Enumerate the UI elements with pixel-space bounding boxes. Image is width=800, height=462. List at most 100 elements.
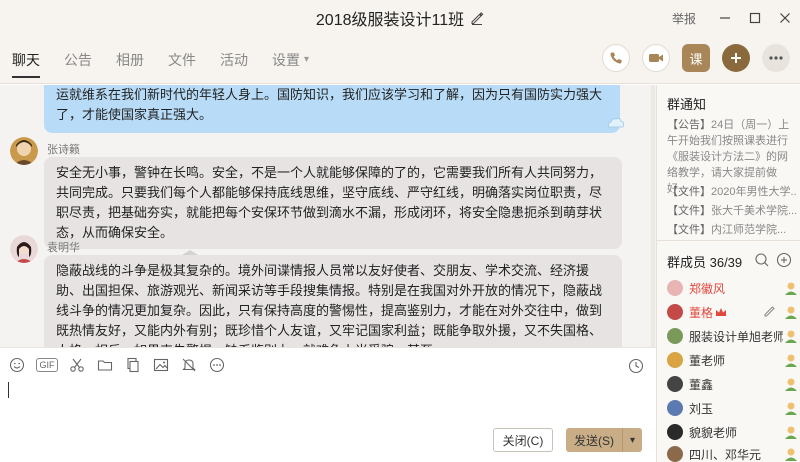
video-call-button[interactable] <box>642 44 670 72</box>
member-item[interactable]: 董鑫 <box>667 374 799 394</box>
member-status-icon <box>783 424 799 440</box>
add-member-icon[interactable] <box>776 252 792 268</box>
file-tag: 【文件】 <box>667 186 711 198</box>
bubble-cloud-decoration <box>607 117 625 128</box>
file-tag: 【文件】 <box>667 205 711 217</box>
member-name: 服装设计单旭老师 <box>689 329 783 344</box>
image-icon[interactable] <box>152 356 170 374</box>
tab-settings-label: 设置 <box>272 51 300 68</box>
message-input-area[interactable]: GIF 关闭(C) 发送(S) ▾ <box>0 347 656 462</box>
close-button[interactable]: 关闭(C) <box>493 428 553 452</box>
avatar <box>667 424 683 440</box>
course-button[interactable]: 课 <box>682 44 710 72</box>
gif-icon[interactable]: GIF <box>36 358 58 372</box>
file-name: 张大千美术学院... <box>711 205 797 217</box>
member-status-icon <box>783 352 799 368</box>
members-header: 群成员 36/39 <box>667 255 743 270</box>
member-item[interactable]: 服装设计单旭老师 <box>667 326 799 346</box>
message-sender: 张诗籁 <box>47 144 80 156</box>
member-status-icon <box>783 446 799 462</box>
tab-settings[interactable]: 设置 ▾ <box>272 36 309 84</box>
file-item[interactable]: 【文件】内江师范学院... <box>667 221 797 237</box>
message-sender: 袁明华 <box>47 242 80 254</box>
mute-notification-icon[interactable] <box>180 356 198 374</box>
scissors-icon[interactable] <box>68 356 86 374</box>
avatar <box>667 352 683 368</box>
members-tools <box>748 252 792 268</box>
member-name: 董鑫 <box>689 377 714 392</box>
minimize-button[interactable] <box>710 0 740 36</box>
text-cursor <box>8 382 9 398</box>
divider <box>657 240 800 241</box>
voice-call-button[interactable] <box>602 44 630 72</box>
tab-album[interactable]: 相册 <box>116 36 144 84</box>
member-status-icon <box>783 376 799 392</box>
file-tag: 【文件】 <box>667 224 711 236</box>
member-status-icon <box>783 328 799 344</box>
close-window-button[interactable] <box>770 0 800 36</box>
member-name: 董格 <box>689 304 763 321</box>
window-title: 2018级服装设计11班 <box>315 12 465 29</box>
member-status-icon <box>783 400 799 416</box>
member-name: 貌貌老师 <box>689 425 738 440</box>
member-item[interactable]: 貌貌老师 <box>667 422 799 442</box>
avatar <box>667 400 683 416</box>
more-button[interactable] <box>762 44 790 72</box>
message-bubble: 隐蔽战线的斗争是极其复杂的。境外间谍情报人员常以友好使者、交朋友、学术交流、经济… <box>44 255 622 347</box>
avatar[interactable] <box>10 137 38 165</box>
file-item[interactable]: 【文件】张大千美术学院... <box>667 202 797 218</box>
report-link[interactable]: 举报 <box>672 10 696 27</box>
folder-icon[interactable] <box>96 356 114 374</box>
input-toolbar: GIF <box>8 356 236 374</box>
add-button[interactable] <box>722 44 750 72</box>
emoji-icon[interactable] <box>8 356 26 374</box>
video-icon <box>649 54 663 62</box>
tabs: 聊天 公告 相册 文件 活动 设置 ▾ <box>0 36 333 84</box>
avatar <box>667 376 683 392</box>
member-name: 刘玉 <box>689 401 714 416</box>
member-item[interactable]: 郑徽风 <box>667 278 799 298</box>
send-button[interactable]: 发送(S) ▾ <box>566 428 642 452</box>
window-controls: 举报 <box>672 0 800 36</box>
chevron-down-icon: ▾ <box>304 54 310 65</box>
member-name: 董老师 <box>689 353 726 368</box>
tab-files[interactable]: 文件 <box>168 36 196 84</box>
history-clock-icon[interactable] <box>628 358 644 374</box>
plus-icon <box>731 53 741 63</box>
send-options-chevron-down-icon[interactable]: ▾ <box>622 428 642 452</box>
file-name: 2020年男性大学... <box>711 186 797 198</box>
avatar <box>667 280 683 296</box>
notice-title: 群通知 <box>667 97 707 112</box>
pencil-icon <box>763 304 779 320</box>
file-name: 内江师范学院... <box>711 224 787 236</box>
member-name: 郑徽风 <box>689 281 726 296</box>
chat-message-area[interactable]: 运就维系在我们新时代的年轻人身上。国防知识，我们应该学习和了解，因为只有国防实力… <box>0 85 656 347</box>
edit-title-icon[interactable] <box>470 11 484 25</box>
maximize-button[interactable] <box>740 0 770 36</box>
send-button-label: 发送(S) <box>574 433 614 448</box>
message-bubble-self: 运就维系在我们新时代的年轻人身上。国防知识，我们应该学习和了解，因为只有国防实力… <box>44 85 620 133</box>
member-item[interactable]: 刘玉 <box>667 398 799 418</box>
screenshot-icon[interactable] <box>124 356 142 374</box>
search-member-icon[interactable] <box>754 252 770 268</box>
more-dots-icon <box>769 56 783 60</box>
crown-icon <box>716 307 727 316</box>
member-name: 四川、邓华元 <box>689 448 762 462</box>
avatar[interactable] <box>10 235 38 263</box>
tab-activities[interactable]: 活动 <box>220 36 248 84</box>
chat-actions: 课 <box>590 44 790 72</box>
phone-icon <box>610 52 622 64</box>
member-item[interactable]: 四川、邓华元 <box>667 446 799 462</box>
member-item[interactable]: 董格 <box>667 302 799 322</box>
tab-announcement[interactable]: 公告 <box>64 36 92 84</box>
avatar <box>667 304 683 320</box>
member-status-icon <box>783 280 799 296</box>
avatar <box>667 446 683 462</box>
tab-chat[interactable]: 聊天 <box>12 36 40 84</box>
avatar <box>667 328 683 344</box>
member-item[interactable]: 董老师 <box>667 350 799 370</box>
member-status-icon <box>783 304 799 320</box>
member-name-text: 董格 <box>689 305 714 320</box>
more-options-icon[interactable] <box>208 356 226 374</box>
file-item[interactable]: 【文件】2020年男性大学... <box>667 183 797 199</box>
